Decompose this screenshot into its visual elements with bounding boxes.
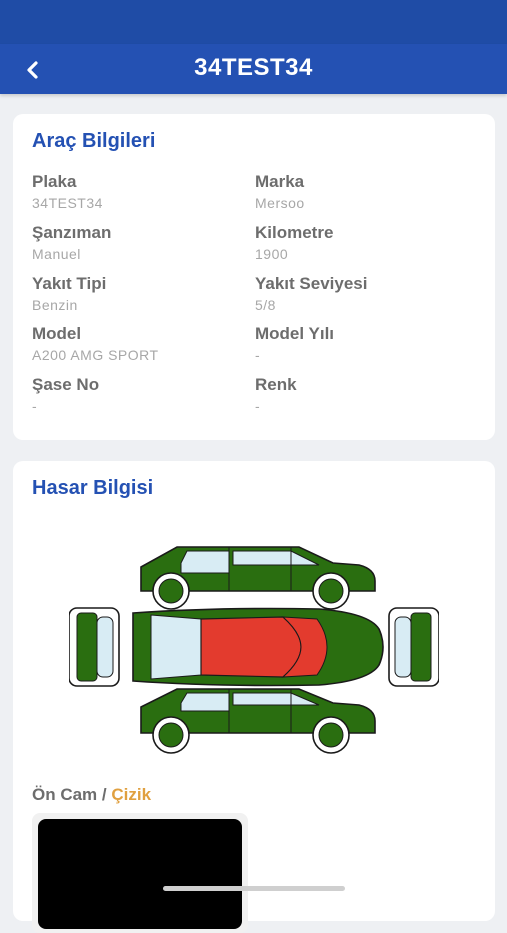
field-brand: Marka Mersoo	[255, 172, 475, 211]
field-label: Model	[32, 324, 82, 343]
field-value: Manuel	[32, 246, 81, 262]
field-color: Renk -	[255, 375, 475, 414]
car-left-side-view	[140, 546, 376, 610]
field-label: Marka	[255, 172, 305, 191]
damage-part: Ön Cam	[32, 785, 98, 804]
vehicle-info-card: Araç Bilgileri Plaka 34TEST34 Marka Mers…	[13, 114, 495, 440]
damage-photo[interactable]	[38, 819, 242, 929]
damage-photo-container[interactable]	[32, 813, 248, 933]
field-plate: Plaka 34TEST34	[32, 172, 252, 211]
field-value: Mersoo	[255, 195, 305, 211]
field-fuel-level: Yakıt Seviyesi 5/8	[255, 274, 475, 313]
car-top-view	[69, 607, 439, 687]
field-label: Plaka	[32, 172, 77, 191]
vehicle-info-title: Araç Bilgileri	[32, 130, 156, 152]
field-value: 1900	[255, 246, 289, 262]
car-damage-diagram	[69, 546, 439, 754]
field-fuel-type: Yakıt Tipi Benzin	[32, 274, 252, 313]
damage-label: Ön Cam / Çizik	[32, 785, 151, 805]
damage-separator: /	[101, 785, 107, 804]
field-label: Renk	[255, 375, 297, 394]
field-label: Kilometre	[255, 223, 334, 242]
field-value: 5/8	[255, 297, 276, 313]
field-label: Yakıt Tipi	[32, 274, 107, 293]
field-value: A200 AMG SPORT	[32, 347, 159, 363]
damage-info-title: Hasar Bilgisi	[32, 477, 154, 499]
damage-info-card: Hasar Bilgisi Ön Cam / Çizik	[13, 461, 495, 933]
field-chassis-no: Şase No -	[32, 375, 252, 414]
field-label: Yakıt Seviyesi	[255, 274, 368, 293]
field-model-year: Model Yılı -	[255, 324, 475, 363]
home-indicator	[163, 886, 345, 891]
car-right-side-view	[140, 688, 376, 754]
field-label: Model Yılı	[255, 324, 335, 343]
field-mileage: Kilometre 1900	[255, 223, 475, 262]
field-value: 34TEST34	[32, 195, 103, 211]
status-bar	[0, 0, 507, 44]
field-value: -	[32, 398, 38, 414]
field-label: Şanzıman	[32, 223, 112, 242]
field-model: Model A200 AMG SPORT	[32, 324, 252, 363]
page-title: 34TEST34	[194, 54, 313, 81]
field-value: Benzin	[32, 297, 78, 313]
field-value: -	[255, 398, 261, 414]
nav-bar: 34TEST34	[0, 44, 507, 94]
field-label: Şase No	[32, 375, 100, 394]
field-transmission: Şanzıman Manuel	[32, 223, 252, 262]
damage-type: Çizik	[111, 785, 152, 804]
field-value: -	[255, 347, 261, 363]
